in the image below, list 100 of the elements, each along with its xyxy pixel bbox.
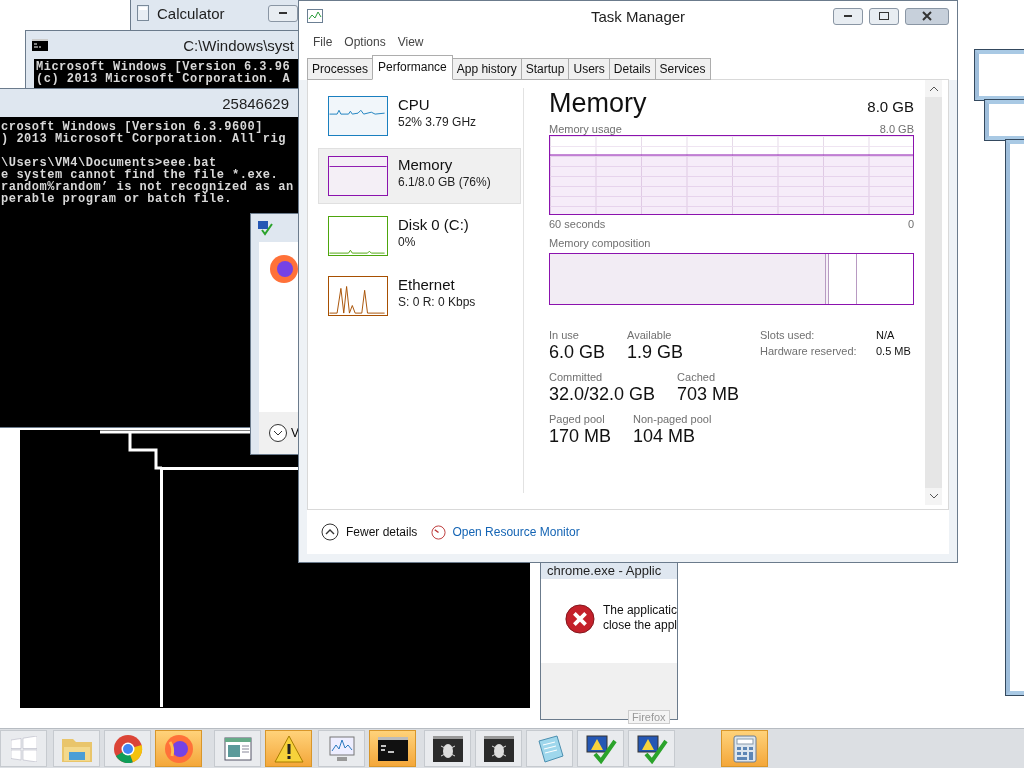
minimize-button[interactable] — [833, 7, 863, 25]
taskbar-button[interactable] — [475, 730, 522, 767]
bug-icon — [483, 735, 514, 762]
browser-icon — [163, 733, 194, 764]
graph-max-label: 8.0 GB — [879, 123, 914, 135]
resource-name: Ethernet — [398, 276, 456, 293]
stat-value: N/A — [876, 329, 896, 341]
chevron-up-circle-icon — [321, 523, 339, 541]
browser-icon — [269, 254, 299, 284]
axis-label: 0 — [907, 218, 914, 230]
time-label: 60 seconds — [549, 218, 606, 230]
stat-value: 32.0/32.0 GB — [549, 384, 656, 405]
scroll-up-button[interactable] — [925, 80, 942, 97]
resource-detail: 6.1/8.0 GB (76%) — [398, 175, 491, 189]
taskbar-button[interactable] — [424, 730, 471, 767]
modified-segment — [825, 254, 829, 304]
stat-value: 104 MB — [633, 426, 697, 447]
windows-logo-icon — [10, 735, 37, 762]
tab[interactable]: Processes — [307, 58, 374, 80]
console-line: Microsoft Windows [Version 6.3.96 — [36, 61, 292, 73]
tab[interactable]: Startup — [520, 58, 570, 80]
tab[interactable]: Performance — [372, 55, 453, 80]
tab[interactable]: Services — [654, 58, 711, 80]
chevron-down-icon — [274, 430, 282, 436]
taskbar-button[interactable] — [628, 730, 675, 767]
error-message: The applicatic — [602, 603, 677, 618]
warning-icon — [273, 734, 304, 763]
console-line: perable program or batch file. — [1, 193, 233, 205]
window-title: C:\Windows\syst — [183, 36, 294, 54]
console-line: \Users\VM4\Documents>eee.bat — [1, 157, 217, 169]
menu-item[interactable]: File — [307, 33, 339, 51]
taskbar-button[interactable] — [577, 730, 624, 767]
window-icon — [223, 736, 252, 761]
resource-item[interactable]: Ethernet S: 0 R: 0 Kbps — [318, 268, 521, 324]
resource-item[interactable]: CPU 52% 3.79 GHz — [318, 88, 521, 144]
stat-value: 703 MB — [677, 384, 740, 405]
window-title: 25846629 — [222, 94, 289, 112]
maximize-button[interactable] — [869, 7, 899, 25]
computer-check-icon — [584, 733, 617, 764]
tab[interactable]: App history — [451, 58, 522, 80]
stat-value: 170 MB — [549, 426, 612, 447]
menu-item[interactable]: View — [391, 33, 430, 51]
total-value: 8.0 GB — [867, 98, 914, 115]
resource-name: CPU — [398, 96, 431, 113]
window-label: Firefox — [628, 710, 670, 724]
graph-label: Memory usage — [549, 123, 622, 135]
resource-detail: 52% 3.79 GHz — [398, 115, 477, 129]
fewer-details-button[interactable]: Fewer details — [321, 523, 418, 541]
taskbar-button[interactable] — [369, 730, 416, 767]
stat-label: In use — [549, 329, 580, 341]
window-title: Calculator — [157, 4, 225, 22]
gauge-icon — [431, 524, 447, 540]
chevron-down-icon — [929, 494, 938, 499]
stat-label: Cached — [677, 371, 716, 383]
minimize-icon — [279, 11, 287, 15]
button-label: V — [291, 426, 299, 440]
terminal-icon — [377, 736, 408, 761]
close-icon — [922, 11, 932, 21]
section-title: Memory — [549, 88, 647, 119]
console-line: ) 2013 Microsoft Corporation. All rig — [1, 133, 287, 145]
tab[interactable]: Details — [608, 58, 656, 80]
menu-item[interactable]: Options — [338, 33, 392, 51]
console-icon — [32, 39, 48, 51]
tab[interactable]: Users — [568, 58, 610, 80]
stat-label: Paged pool — [549, 413, 606, 425]
resource-detail: S: 0 R: 0 Kbps — [398, 295, 476, 309]
stat-label: Slots used: — [760, 329, 816, 341]
computer-check-icon — [257, 220, 273, 236]
resource-monitor-link[interactable]: Open Resource Monitor — [431, 524, 580, 540]
console-line: random%random’ is not recognized as an — [1, 181, 295, 193]
error-message: close the appl — [602, 618, 677, 633]
chevron-up-icon — [929, 86, 938, 91]
computer-check-icon — [635, 733, 668, 764]
minimize-button[interactable] — [268, 4, 298, 22]
monitor-chart-icon — [326, 734, 357, 763]
stat-value: 1.9 GB — [627, 342, 684, 363]
browser-icon — [112, 733, 143, 764]
close-button[interactable] — [905, 7, 949, 25]
window-title: Task Manager — [590, 7, 686, 25]
resource-item[interactable]: Memory 6.1/8.0 GB (76%) — [318, 148, 521, 204]
calculator-icon — [137, 5, 149, 21]
window-title: chrome.exe - Applic — [547, 562, 662, 578]
scrollbar[interactable] — [925, 80, 942, 505]
error-icon — [565, 603, 595, 635]
expand-button[interactable] — [269, 424, 287, 442]
minimize-icon — [844, 14, 852, 18]
console-line: crosoft Windows [Version 6.3.9600] — [1, 121, 264, 133]
task-manager-icon — [307, 9, 323, 23]
resource-name: Memory — [398, 156, 454, 173]
bug-icon — [432, 735, 463, 762]
scroll-down-button[interactable] — [925, 488, 942, 505]
resource-item[interactable]: Disk 0 (C:) 0% — [318, 208, 521, 264]
stat-label: Available — [627, 329, 673, 341]
stat-label: Non-paged pool — [633, 413, 712, 425]
resource-name: Disk 0 (C:) — [398, 216, 469, 233]
stat-value: 6.0 GB — [549, 342, 606, 363]
stat-label: Committed — [549, 371, 604, 383]
console-line: (c) 2013 Microsoft Corporation. A — [36, 73, 292, 85]
graph-label: Memory composition — [549, 237, 652, 249]
console-line: e system cannot find the file *.exe. — [1, 169, 280, 181]
